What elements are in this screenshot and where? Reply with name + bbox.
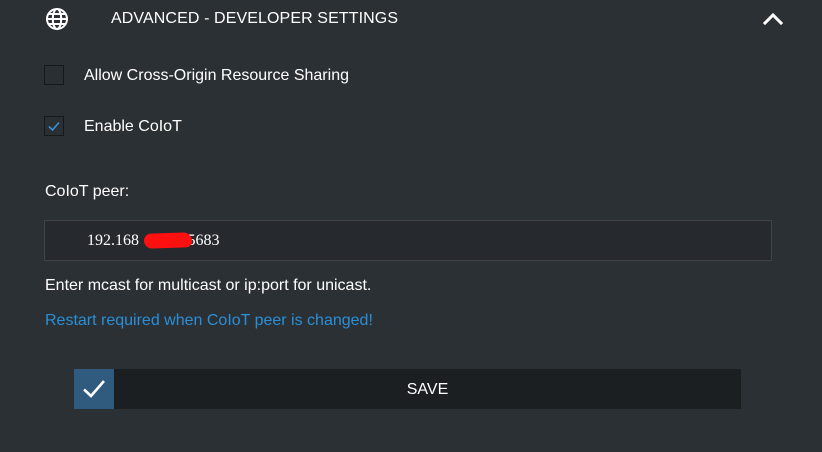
cors-option[interactable]: Allow Cross-Origin Resource Sharing xyxy=(44,65,374,87)
enable-coiot-checkbox[interactable] xyxy=(44,116,64,136)
restart-warning: Restart required when CoIoT peer is chan… xyxy=(45,312,373,329)
save-label: SAVE xyxy=(406,381,449,398)
globe-icon xyxy=(45,7,69,31)
save-button[interactable]: SAVE xyxy=(74,369,741,409)
cors-checkbox[interactable] xyxy=(44,65,64,85)
settings-section-header[interactable]: ADVANCED - DEVELOPER SETTINGS xyxy=(0,0,822,38)
enable-coiot-option[interactable]: Enable CoIoT xyxy=(44,116,204,138)
save-icon-box xyxy=(74,369,114,409)
section-title: ADVANCED - DEVELOPER SETTINGS xyxy=(111,10,399,27)
chevron-up-icon[interactable] xyxy=(762,10,784,26)
enable-coiot-label: Enable CoIoT xyxy=(84,118,182,135)
redaction-mark xyxy=(143,232,193,249)
peer-hint-text: Enter mcast for multicast or ip:port for… xyxy=(45,277,372,294)
coiot-peer-label: CoIoT peer: xyxy=(45,183,130,200)
cors-label: Allow Cross-Origin Resource Sharing xyxy=(84,67,349,84)
checkmark-icon xyxy=(83,380,105,398)
checkmark-icon xyxy=(48,121,60,132)
